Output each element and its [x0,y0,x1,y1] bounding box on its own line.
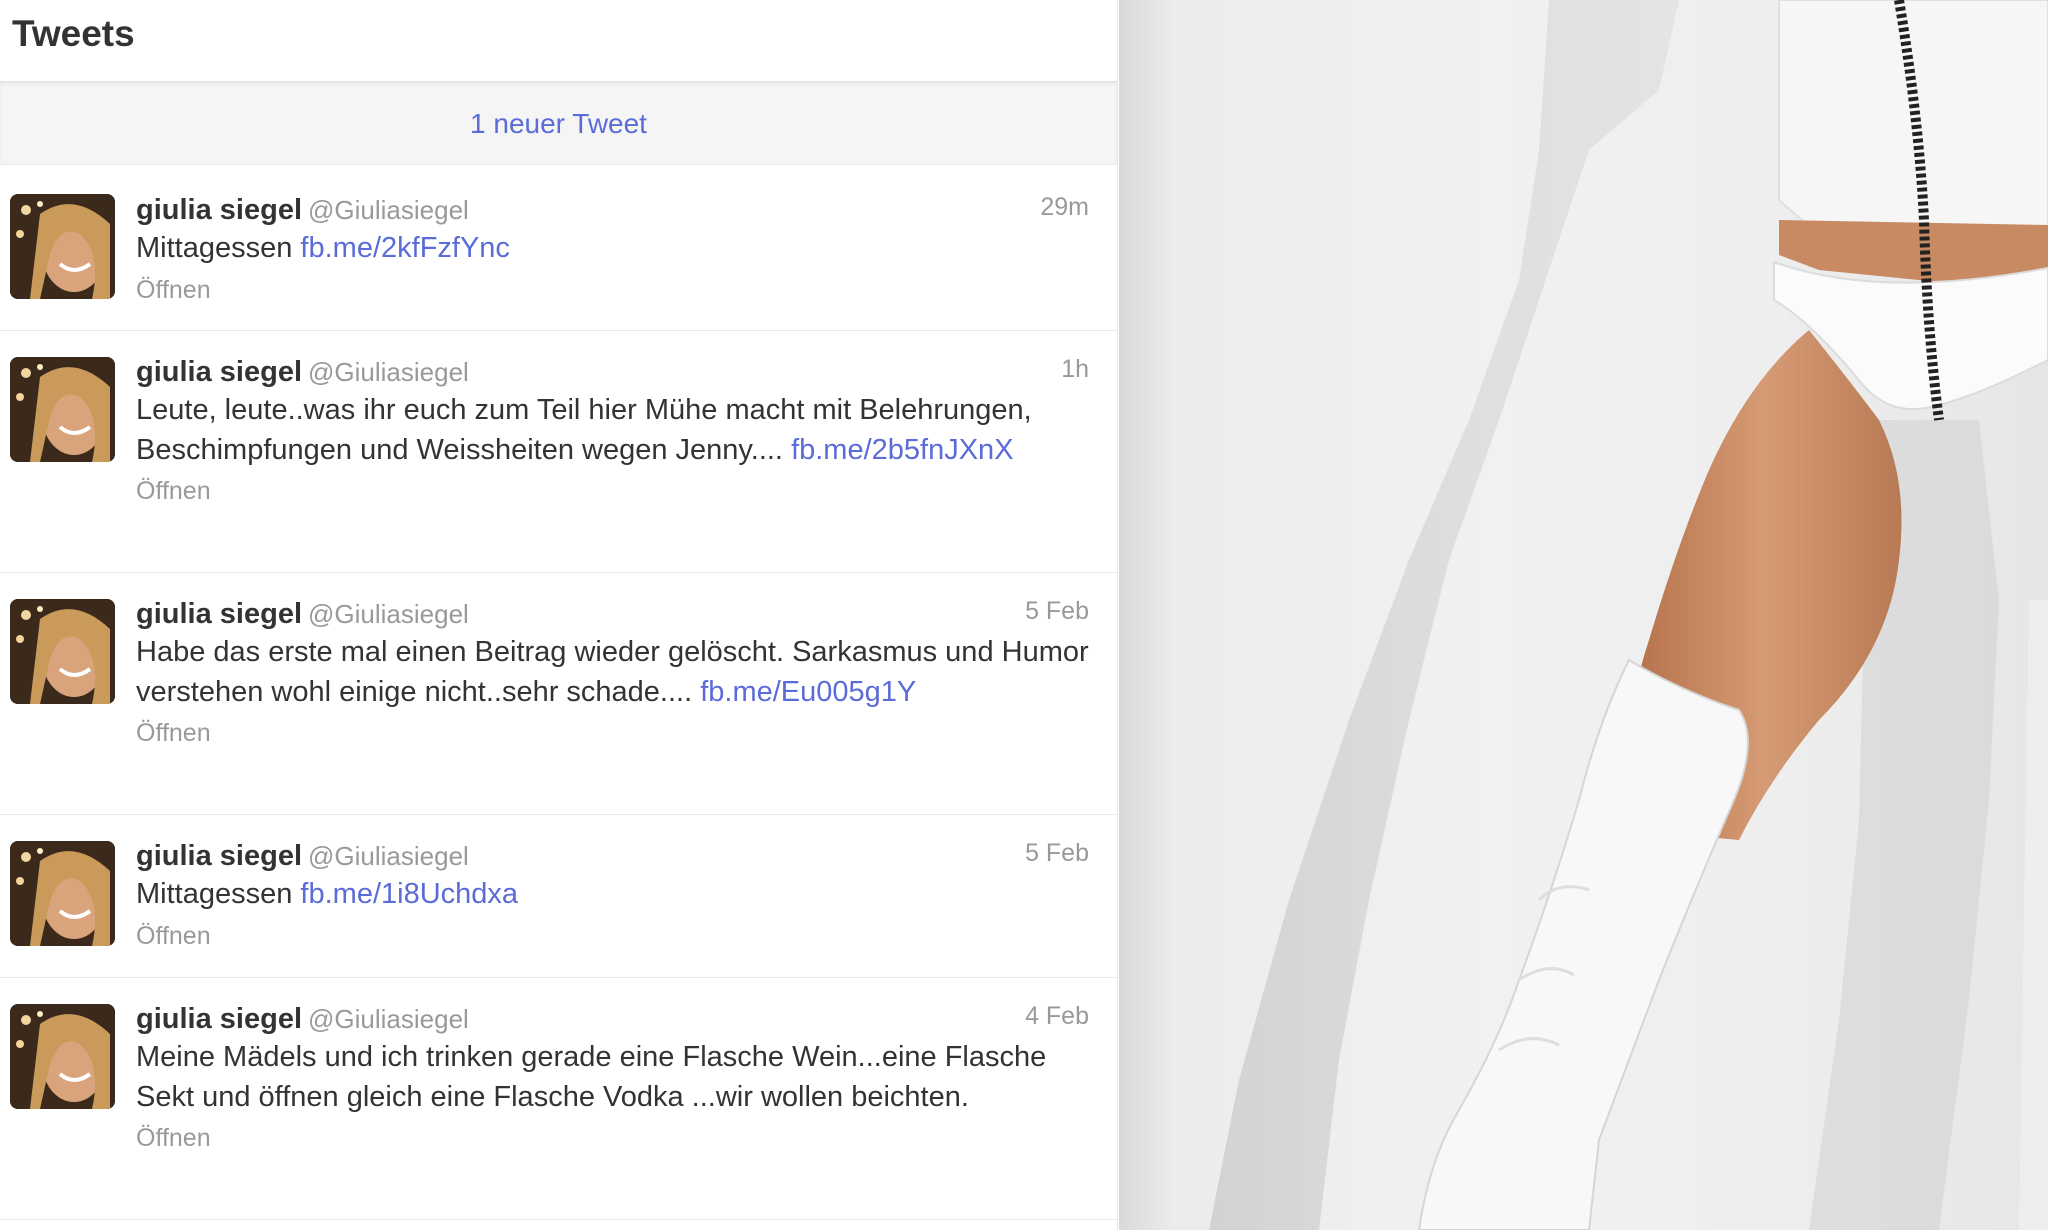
timeline-header: Tweets [0,0,1117,82]
expand-tweet-link[interactable]: Öffnen [136,714,1089,752]
avatar[interactable] [10,194,115,299]
tweet-text: Leute, leute..was ihr euch zum Teil hier… [136,391,1089,470]
tweet-content: giulia siegel @Giuliasiegel 5 Feb Habe da… [136,595,1089,752]
avatar[interactable] [10,357,115,462]
tweet-text-body: Mittagessen [136,232,293,264]
tweet-header: giulia siegel @Giuliasiegel [136,837,1089,875]
tweet-header: giulia siegel @Giuliasiegel [136,595,1089,633]
tweet-header: giulia siegel @Giuliasiegel [136,191,1089,229]
tweet-link[interactable]: fb.me/1i8Uchdxa [300,878,518,910]
tweet-item[interactable]: giulia siegel @Giuliasiegel 5 Feb Habe da… [0,573,1117,815]
tweet-content: giulia siegel @Giuliasiegel 29m Mittagess… [136,191,1089,309]
tweet-item[interactable]: giulia siegel @Giuliasiegel 29m Mittagess… [0,165,1117,331]
tweet-header: giulia siegel @Giuliasiegel [136,1000,1089,1038]
tweet-text: Habe das erste mal einen Beitrag wieder … [136,633,1089,712]
tweet-timestamp[interactable]: 4 Feb [1025,1002,1089,1031]
tweet-username[interactable]: @Giuliasiegel [308,841,469,871]
avatar[interactable] [10,599,115,704]
tweet-fullname[interactable]: giulia siegel [136,194,302,226]
new-tweets-button[interactable]: 1 neuer Tweet [0,82,1117,165]
expand-tweet-link[interactable]: Öffnen [136,917,1089,955]
tweet-link[interactable]: fb.me/2b5fnJXnX [791,434,1013,466]
timeline-title: Tweets [12,13,135,54]
tweet-content: giulia siegel @Giuliasiegel 4 Feb Meine M… [136,1000,1089,1157]
tweet-link[interactable]: fb.me/Eu005g1Y [700,676,916,708]
tweet-item[interactable]: giulia siegel @Giuliasiegel 1h Leute, leu… [0,331,1117,573]
avatar[interactable] [10,1004,115,1109]
tweet-fullname[interactable]: giulia siegel [136,598,302,630]
tweet-item[interactable]: giulia siegel @Giuliasiegel 4 Feb Meine M… [0,978,1117,1220]
profile-background-photo [1119,0,2048,1230]
tweet-username[interactable]: @Giuliasiegel [308,357,469,387]
tweet-text-body: Meine Mädels und ich trinken gerade eine… [136,1041,1047,1113]
tweet-item[interactable]: giulia siegel @Giuliasiegel 5 Feb Mittage… [0,815,1117,978]
tweet-username[interactable]: @Giuliasiegel [308,599,469,629]
expand-tweet-link[interactable]: Öffnen [136,472,1089,510]
tweet-username[interactable]: @Giuliasiegel [308,195,469,225]
tweet-link[interactable]: fb.me/2kfFzfYnc [300,232,510,264]
tweet-fullname[interactable]: giulia siegel [136,840,302,872]
tweet-fullname[interactable]: giulia siegel [136,356,302,388]
tweet-timestamp[interactable]: 5 Feb [1025,597,1089,626]
expand-tweet-link[interactable]: Öffnen [136,1119,1089,1157]
tweet-text: Meine Mädels und ich trinken gerade eine… [136,1038,1089,1117]
tweets-timeline: Tweets 1 neuer Tweet giulia siegel @Giuli… [0,0,1118,1230]
tweet-content: giulia siegel @Giuliasiegel 5 Feb Mittage… [136,837,1089,955]
expand-tweet-link[interactable]: Öffnen [136,271,1089,309]
tweet-fullname[interactable]: giulia siegel [136,1003,302,1035]
tweet-text-body: Mittagessen [136,878,293,910]
tweet-text: Mittagessen fb.me/1i8Uchdxa [136,875,1089,915]
tweet-content: giulia siegel @Giuliasiegel 1h Leute, leu… [136,353,1089,510]
tweet-username[interactable]: @Giuliasiegel [308,1004,469,1034]
avatar[interactable] [10,841,115,946]
tweet-timestamp[interactable]: 5 Feb [1025,839,1089,868]
tweet-text: Mittagessen fb.me/2kfFzfYnc [136,229,1089,269]
tweet-text-body: Habe das erste mal einen Beitrag wieder … [136,636,1089,708]
tweet-timestamp[interactable]: 1h [1061,355,1089,384]
tweet-header: giulia siegel @Giuliasiegel [136,353,1089,391]
tweet-timestamp[interactable]: 29m [1040,193,1089,222]
